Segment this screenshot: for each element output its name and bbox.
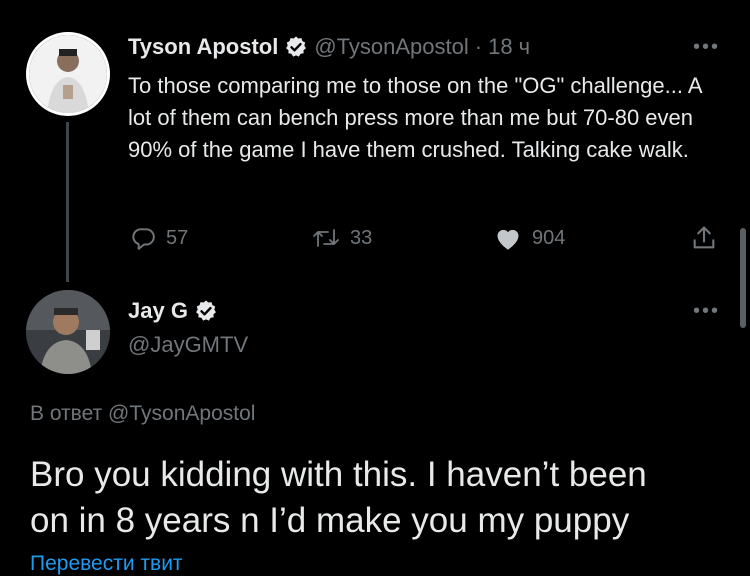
- author-name[interactable]: Tyson Apostol: [128, 34, 278, 60]
- share-action[interactable]: [690, 224, 718, 257]
- retweet-action[interactable]: 33: [312, 225, 372, 251]
- avatar-jayg-image: [26, 290, 110, 374]
- reply-icon: [132, 228, 155, 250]
- reply-text-line-1: Bro you kidding with this. I haven’t bee…: [30, 455, 647, 494]
- reply-text: Bro you kidding with this. I haven’t bee…: [30, 452, 647, 544]
- tweet-text: To those comparing me to those on the "O…: [128, 73, 702, 162]
- translate-tweet-link[interactable]: Перевести твит: [30, 552, 183, 576]
- retweet-count: 33: [350, 226, 373, 249]
- scrollbar-thumb[interactable]: [740, 228, 746, 328]
- header-separator: ·: [474, 34, 483, 59]
- tweet-timestamp[interactable]: 18 ч: [488, 34, 530, 60]
- reply-author-name[interactable]: Jay G: [128, 298, 188, 324]
- author-handle[interactable]: @TysonApostol: [314, 34, 468, 60]
- avatar-jayg[interactable]: [26, 290, 110, 374]
- verified-badge-icon: [196, 300, 216, 321]
- reply-text-line-2: on in 8 years n I’d make you my puppy: [30, 501, 630, 540]
- like-count: 904: [532, 226, 566, 249]
- tweet-header: Tyson Apostol @TysonApostol · 18 ч: [128, 34, 530, 60]
- reply-more-options-icon[interactable]: •••: [693, 300, 720, 323]
- more-options-icon[interactable]: •••: [693, 36, 720, 59]
- retweet-icon: [313, 229, 339, 247]
- reply-count: 57: [166, 226, 189, 249]
- reply-author-handle[interactable]: @JayGMTV: [128, 332, 248, 358]
- share-icon: [693, 226, 715, 249]
- avatar-tyson-image: [29, 35, 107, 113]
- replying-to: В ответ @TysonApostol: [30, 402, 255, 426]
- replying-to-prefix: В ответ: [30, 402, 103, 425]
- thread-connector-line: [66, 122, 69, 282]
- heart-icon: [497, 229, 519, 250]
- reply-header: Jay G: [128, 298, 218, 324]
- like-action[interactable]: 904: [494, 225, 565, 251]
- replying-to-handle[interactable]: @TysonApostol: [108, 402, 255, 425]
- verified-badge-icon: [286, 36, 307, 57]
- reply-action[interactable]: 57: [130, 225, 188, 251]
- avatar-tyson[interactable]: [26, 32, 110, 116]
